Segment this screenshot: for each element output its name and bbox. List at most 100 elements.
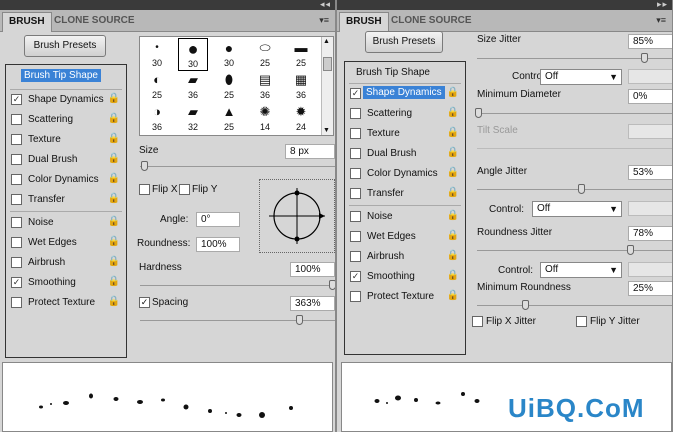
lock-icon[interactable]: 🔒 [108,216,120,227]
option-checkbox[interactable]: ✓ [11,277,22,288]
min-roundness-value[interactable]: 25% [628,281,672,296]
roundness-jitter-track[interactable] [477,250,672,251]
option-item[interactable]: Color Dynamics 🔒 [6,170,126,190]
angle-jitter-track[interactable] [477,189,672,190]
lock-icon[interactable]: 🔒 [447,187,459,198]
control-select-3[interactable]: Off ▼ [540,262,622,278]
brush-tip-cell[interactable]: ▦ 36 [286,70,316,103]
brush-tip-cell[interactable]: • 30 [142,38,172,71]
option-checkbox[interactable] [350,291,361,302]
option-checkbox[interactable]: ✓ [350,271,361,282]
tab-brush[interactable]: BRUSH [339,12,389,32]
lock-icon[interactable]: 🔒 [108,93,120,104]
option-checkbox[interactable] [350,188,361,199]
size-value[interactable]: 8 px [285,144,335,159]
scroll-thumb[interactable] [323,57,332,71]
brush-presets-button[interactable]: Brush Presets [24,35,106,57]
lock-icon[interactable]: 🔒 [447,250,459,261]
tab-clone-source[interactable]: CLONE SOURCE [48,12,141,32]
brush-tip-cell[interactable]: ✹ 24 [286,102,316,135]
collapse-icon[interactable]: ◂◂ [320,0,331,10]
option-checkbox[interactable]: ✓ [11,94,22,105]
angle-jitter-knob[interactable] [578,184,585,194]
lock-icon[interactable]: 🔒 [108,236,120,247]
min-diameter-track[interactable] [477,113,672,114]
option-checkbox[interactable] [350,211,361,222]
brush-tip-cell[interactable]: ▬ 25 [286,38,316,71]
option-checkbox[interactable] [350,108,361,119]
option-item[interactable]: Wet Edges 🔒 [345,227,465,247]
option-item[interactable]: Scattering 🔒 [345,104,465,124]
scroll-down-icon[interactable]: ▼ [323,127,330,134]
option-item[interactable]: ✓ Shape Dynamics 🔒 [6,90,126,110]
option-checkbox[interactable] [11,134,22,145]
panel-menu-icon[interactable]: ▾≡ [319,15,329,26]
spacing-value[interactable]: 363% [290,296,335,311]
hardness-slider-knob[interactable] [329,280,335,290]
option-checkbox[interactable] [11,217,22,228]
min-roundness-knob[interactable] [522,300,529,310]
lock-icon[interactable]: 🔒 [108,133,120,144]
lock-icon[interactable]: 🔒 [447,107,459,118]
lock-icon[interactable]: 🔒 [447,290,459,301]
lock-icon[interactable]: 🔒 [108,296,120,307]
option-checkbox[interactable] [350,148,361,159]
option-checkbox[interactable] [11,194,22,205]
brush-presets-button[interactable]: Brush Presets [365,31,443,53]
size-slider-knob[interactable] [141,161,148,171]
scroll-up-icon[interactable]: ▲ [323,38,330,45]
spacing-checkbox[interactable]: ✓ [139,297,150,308]
roundness-jitter-knob[interactable] [627,245,634,255]
shape-dynamics-item[interactable]: ✓ Shape Dynamics 🔒 [345,84,465,104]
spacing-slider-knob[interactable] [296,315,303,325]
lock-icon[interactable]: 🔒 [447,210,459,221]
lock-icon[interactable]: 🔒 [108,113,120,124]
control-select-2[interactable]: Off ▼ [532,201,622,217]
lock-icon[interactable]: 🔒 [108,193,120,204]
lock-icon[interactable]: 🔒 [108,153,120,164]
lock-icon[interactable]: 🔒 [447,270,459,281]
brush-tip-cell[interactable]: ● 30 [214,38,244,71]
option-item[interactable]: Airbrush 🔒 [6,253,126,273]
brush-tip-cell[interactable]: ⬭ 25 [250,38,280,71]
angle-jitter-value[interactable]: 53% [628,165,672,180]
option-item[interactable]: Transfer 🔒 [345,184,465,204]
option-checkbox[interactable] [11,154,22,165]
brush-tip-shape-item[interactable]: Brush Tip Shape [6,67,126,87]
angle-roundness-preview[interactable] [259,179,335,253]
option-checkbox[interactable] [11,174,22,185]
option-item[interactable]: Protect Texture 🔒 [6,293,126,313]
option-item[interactable]: ✓ Smoothing 🔒 [345,267,465,287]
hardness-value[interactable]: 100% [290,262,335,277]
spacing-slider-track[interactable] [140,320,335,321]
brush-tip-cell[interactable]: ◐ 25 [142,70,172,103]
option-checkbox[interactable] [11,257,22,268]
roundness-value[interactable]: 100% [196,237,240,252]
lock-icon[interactable]: 🔒 [108,173,120,184]
lock-icon[interactable]: 🔒 [447,87,459,98]
option-checkbox[interactable] [11,237,22,248]
lock-icon[interactable]: 🔒 [447,147,459,158]
lock-icon[interactable]: 🔒 [447,127,459,138]
tab-clone-source[interactable]: CLONE SOURCE [385,12,478,32]
flip-x-jitter-checkbox[interactable] [472,316,483,327]
angle-value[interactable]: 0° [196,212,240,227]
brush-tip-cell[interactable]: ▲ 25 [214,102,244,135]
option-checkbox[interactable] [11,114,22,125]
shape-dynamics-checkbox[interactable]: ✓ [350,88,361,99]
min-diameter-knob[interactable] [475,108,482,118]
option-item[interactable]: Noise 🔒 [345,207,465,227]
tab-brush[interactable]: BRUSH [2,12,52,32]
flip-y-jitter-checkbox[interactable] [576,316,587,327]
option-item[interactable]: Texture 🔒 [6,130,126,150]
roundness-jitter-value[interactable]: 78% [628,226,672,241]
size-jitter-knob[interactable] [641,53,648,63]
lock-icon[interactable]: 🔒 [108,256,120,267]
option-item[interactable]: Airbrush 🔒 [345,247,465,267]
lock-icon[interactable]: 🔒 [447,167,459,178]
option-item[interactable]: Wet Edges 🔒 [6,233,126,253]
size-slider-track[interactable] [140,166,335,167]
brush-tip-cell[interactable]: ▰ 32 [178,102,208,135]
min-diameter-value[interactable]: 0% [628,89,672,104]
panel-menu-icon[interactable]: ▾≡ [656,15,666,26]
